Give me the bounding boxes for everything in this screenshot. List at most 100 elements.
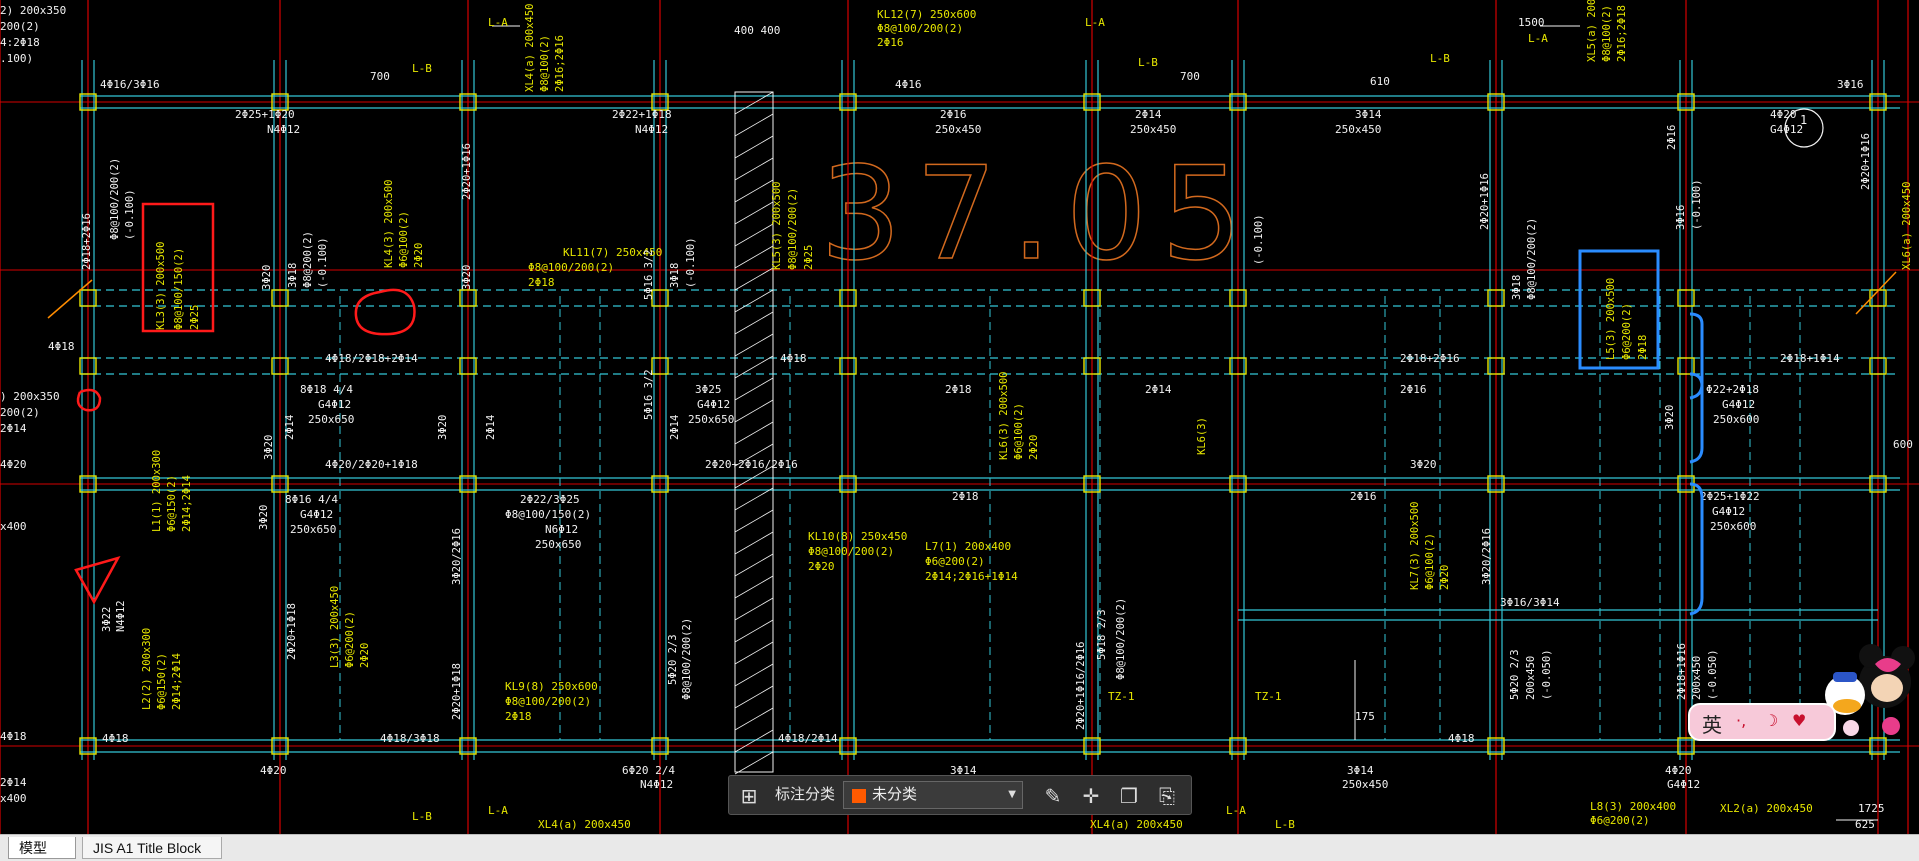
vertical-label-v59: 3Φ22 <box>101 607 113 632</box>
vertical-label-v48: 3Φ20 <box>263 435 275 460</box>
edge-label-e5: ) 200x350 <box>0 390 60 403</box>
leader-line <box>1855 271 1897 315</box>
copy-icon[interactable]: ❐ <box>1117 784 1141 808</box>
wall-hatch-stroke <box>734 641 774 665</box>
rebar-label-w4: N4Φ12 <box>635 123 668 136</box>
edge-label-e2: 200(2) <box>0 20 40 33</box>
rebar-label-w49: 4Φ18/3Φ18 <box>380 732 440 745</box>
vertical-label-v45: (-0.100) <box>685 237 697 288</box>
paste-icon[interactable]: ⎘ <box>1155 784 1179 808</box>
rebar-label-w58: 4Φ20 <box>1665 764 1692 777</box>
rebar-label-w8: 2Φ14 <box>1135 108 1162 121</box>
wall-hatch-stroke <box>734 707 774 731</box>
rebar-label-w33: 2Φ20+2Φ16/2Φ16 <box>705 458 798 471</box>
rebar-label-w65: 600 <box>1893 438 1913 451</box>
edge-label-e3: 4:2Φ18 <box>0 36 40 49</box>
edge-label-e8: 4Φ20 <box>0 458 27 471</box>
vertical-label-v14: Φ6@100(2) <box>1013 403 1025 460</box>
cad-drawing-canvas[interactable]: 37.05 1 KL12(7) 250x600 Φ8@100/200(2) 2Φ16 KL… <box>0 0 1919 834</box>
markup-red-circle <box>354 288 416 336</box>
vertical-label-v46: 3Φ20 <box>261 265 273 290</box>
vertical-label-v80: 2Φ20+1Φ16 <box>1860 133 1872 190</box>
vertical-label-v11: Φ6@200(2) <box>1621 303 1633 360</box>
vertical-label-v18: 2Φ20 <box>1439 565 1451 590</box>
move-icon[interactable]: ✛ <box>1079 784 1103 808</box>
rebar-label-w20: 8Φ18 4/4 <box>300 383 353 396</box>
beam-label-b16: L8(3) 200x400 <box>1590 800 1676 813</box>
beam-label-b2: Φ8@100/200(2) <box>877 22 963 35</box>
annotation-category-label: 标注分类 <box>775 786 836 803</box>
wall-hatch-stroke <box>734 751 774 775</box>
edit-icon[interactable]: ✎ <box>1041 784 1065 808</box>
wall-hatch-stroke <box>734 597 774 621</box>
rebar-label-w40: 2Φ22/3Φ25 <box>520 493 580 506</box>
rebar-label-w1: 2Φ25+1Φ20 <box>235 108 295 121</box>
section-mark-s8: L-B <box>412 810 432 823</box>
grid-icon[interactable]: ⊞ <box>737 784 761 808</box>
vertical-label-v37: (-0.100) <box>317 237 329 288</box>
beam-label-b3: 2Φ16 <box>877 36 904 49</box>
rebar-label-w25: 250x650 <box>688 413 734 426</box>
rebar-label-w46: 250x600 <box>1710 520 1756 533</box>
rebar-label-w34: 3Φ20 <box>1410 458 1437 471</box>
vertical-label-v16: KL7(3) 200x500 <box>1409 501 1421 590</box>
vertical-label-v20: Φ6@150(2) <box>166 475 178 532</box>
rebar-label-w57: 250x450 <box>1342 778 1388 791</box>
rebar-label-w24: G4Φ12 <box>697 398 730 411</box>
vertical-label-v62: 5Φ18 2/3 <box>1096 609 1108 660</box>
vertical-label-v72: (-0.100) <box>1253 214 1265 265</box>
vertical-label-v25: L3(3) 200x450 <box>329 586 341 668</box>
rebar-label-w2: N4Φ12 <box>267 123 300 136</box>
rebar-label-w11: 250x450 <box>1335 123 1381 136</box>
moon-icon[interactable]: ☽ <box>1764 711 1778 730</box>
rebar-label-w48: 4Φ18 <box>102 732 129 745</box>
beam-label-b15: 2Φ18 <box>505 710 532 723</box>
vertical-label-v6: 2Φ20 <box>413 243 425 268</box>
rebar-label-w27: 2Φ14 <box>1145 383 1172 396</box>
beam-label-b11: Φ6@200(2) <box>925 555 985 568</box>
ime-toolbar[interactable]: 英 ·, ☽ ♥ <box>1688 703 1836 741</box>
rebar-label-w38: G4Φ12 <box>300 508 333 521</box>
section-mark-s5: L-A <box>1528 32 1548 45</box>
vertical-label-v26: Φ6@200(2) <box>344 611 356 668</box>
rebar-label-w51: 4Φ18 <box>1448 732 1475 745</box>
rebar-label-w69: 4Φ18 <box>48 340 75 353</box>
rebar-label-w5: 4Φ16 <box>895 78 922 91</box>
vertical-label-v1: KL3(3) 200x500 <box>155 241 167 330</box>
vertical-label-v69: 2Φ18+1Φ16 <box>1676 643 1688 700</box>
edge-label-e1: 2) 200x350 <box>0 4 66 17</box>
vertical-label-v49: 2Φ14 <box>284 415 296 440</box>
tab-model[interactable]: 模型 <box>8 837 76 859</box>
vertical-label-v30: 2Φ16;2Φ16 <box>554 35 566 92</box>
section-mark-s9: L-A <box>1226 804 1246 817</box>
vertical-label-v66: 5Φ20 2/3 <box>1509 649 1521 700</box>
beam-label-b21: TZ-1 <box>1108 690 1135 703</box>
punctuation-icon[interactable]: ·, <box>1736 711 1746 730</box>
rebar-label-w30: G4Φ12 <box>1722 398 1755 411</box>
vertical-label-v7: KL5(3) 200x500 <box>771 181 783 270</box>
vertical-label-v58: 2Φ20+1Φ18 <box>451 663 463 720</box>
beam-label-b6: 2Φ18 <box>528 276 555 289</box>
vertical-label-v29: Φ8@100(2) <box>539 35 551 92</box>
ime-language-toggle[interactable]: 英 <box>1702 709 1722 738</box>
wall-hatch-stroke <box>734 377 774 401</box>
rebar-label-w62: 700 <box>370 70 390 83</box>
vertical-label-v43: 5Φ16 3/2 <box>643 249 655 300</box>
wall-hatch-stroke <box>734 619 774 643</box>
beam-label-b5: Φ8@100/200(2) <box>528 261 614 274</box>
annotation-category-select[interactable]: 未分类 ▼ <box>843 781 1023 809</box>
vertical-label-v28: XL4(a) 200x450 <box>524 3 536 92</box>
section-mark-s4: L-B <box>1138 56 1158 69</box>
rebar-label-w67: 625 <box>1855 818 1875 831</box>
rebar-label-w43: 250x650 <box>535 538 581 551</box>
beam-label-b17: Φ6@200(2) <box>1590 814 1650 827</box>
rebar-label-w39: 250x650 <box>290 523 336 536</box>
vertical-label-v55: 2Φ20+1Φ18 <box>286 603 298 660</box>
rebar-label-w56: 3Φ14 <box>1347 764 1374 777</box>
rebar-label-w3: 2Φ22+1Φ18 <box>612 108 672 121</box>
edge-label-e9: x400 <box>0 520 27 533</box>
tab-jis-a1-title-block[interactable]: JIS A1 Title Block <box>82 837 222 859</box>
vertical-label-v65: 3Φ20/2Φ16 <box>1481 528 1493 585</box>
skin-icon[interactable]: ♥ <box>1792 711 1806 730</box>
beam-label-b20: XL4(a) 200x450 <box>1090 818 1183 831</box>
